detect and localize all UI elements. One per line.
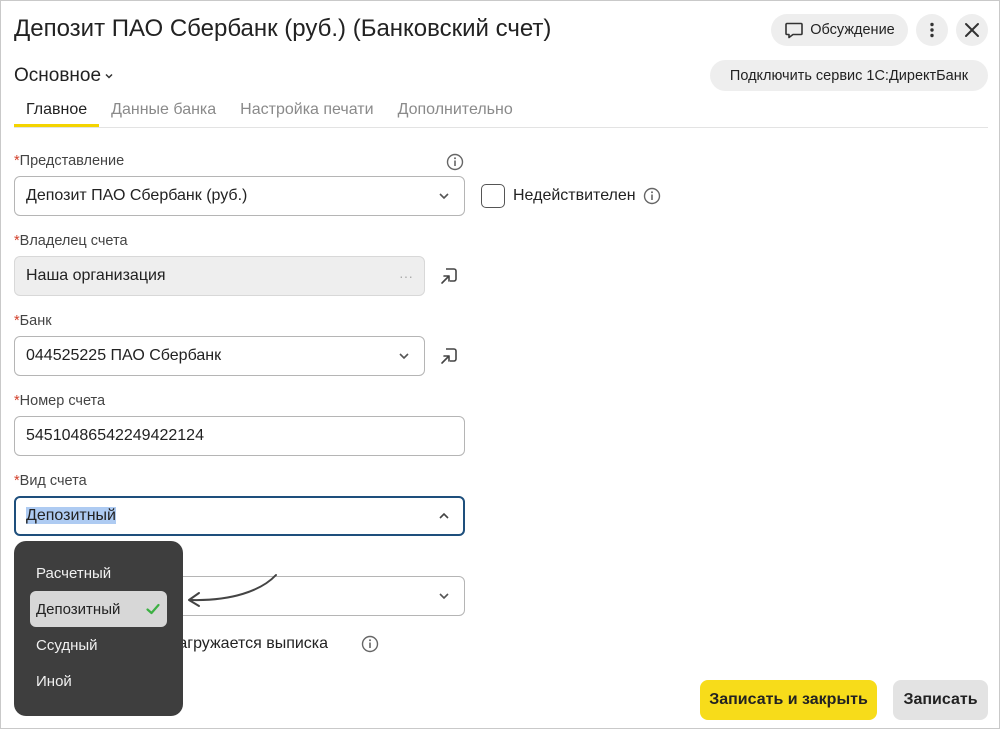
dropdown-option-settlement[interactable]: Расчетный — [30, 555, 167, 591]
account-type-field[interactable]: Депозитный — [14, 496, 465, 536]
info-icon[interactable] — [361, 635, 379, 653]
more-vertical-icon — [930, 22, 934, 38]
open-link-icon[interactable] — [437, 344, 461, 368]
representation-field[interactable]: Депозит ПАО Сбербанк (руб.) — [14, 176, 465, 216]
chevron-down-icon[interactable] — [435, 587, 453, 605]
dropdown-option-deposit[interactable]: Депозитный — [30, 591, 167, 627]
tab-print-settings[interactable]: Настройка печати — [228, 97, 385, 127]
invalid-label: Недействителен — [513, 187, 636, 204]
save-button[interactable]: Записать — [893, 680, 988, 720]
dropdown-option-loan[interactable]: Ссудный — [30, 627, 167, 663]
owner-field[interactable]: Наша организация ··· — [14, 256, 425, 296]
chevron-down-icon[interactable] — [395, 347, 413, 365]
tab-main[interactable]: Главное — [14, 97, 100, 127]
bank-value: 044525225 ПАО Сбербанк — [26, 347, 222, 364]
save-and-close-button[interactable]: Записать и закрыть — [700, 680, 877, 720]
info-icon[interactable] — [643, 187, 661, 205]
chevron-down-icon — [105, 73, 113, 79]
chevron-down-icon[interactable] — [435, 187, 453, 205]
dropdown-option-other[interactable]: Иной — [30, 663, 167, 699]
account-number-value: 54510486542249422124 — [26, 427, 204, 444]
statement-label: загружается выписка — [171, 635, 329, 652]
account-type-value: Депозитный — [26, 507, 116, 524]
connect-directbank-button[interactable]: Подключить сервис 1С:ДиректБанк — [710, 60, 988, 91]
chat-icon — [785, 22, 804, 39]
representation-value: Депозит ПАО Сбербанк (руб.) — [26, 187, 248, 204]
annotation-arrow-icon — [188, 574, 277, 607]
account-number-field[interactable]: 54510486542249422124 — [14, 416, 465, 456]
account-type-dropdown: Расчетный Депозитный Ссудный Иной — [14, 541, 183, 716]
tab-divider — [14, 127, 988, 128]
invalid-checkbox[interactable] — [481, 184, 505, 208]
chevron-up-icon[interactable] — [435, 507, 453, 525]
window-title: Депозит ПАО Сбербанк (руб.) (Банковский … — [14, 15, 552, 42]
owner-label: *Владелец счета — [14, 233, 128, 249]
tab-bank-data[interactable]: Данные банка — [99, 97, 228, 127]
discussion-label: Обсуждение — [810, 22, 895, 38]
owner-value: Наша организация — [26, 267, 166, 284]
checkmark-icon — [146, 603, 160, 615]
tab-additional[interactable]: Дополнительно — [386, 97, 525, 127]
section-label: Основное — [14, 65, 102, 86]
close-icon — [965, 23, 979, 37]
ellipsis-icon[interactable]: ··· — [399, 268, 413, 284]
more-button[interactable] — [916, 14, 948, 46]
tab-bar: Главное Данные банка Настройка печати До… — [14, 97, 525, 127]
document-window: Депозит ПАО Сбербанк (руб.) (Банковский … — [0, 0, 1000, 729]
close-button[interactable] — [956, 14, 988, 46]
bank-label: *Банк — [14, 313, 52, 329]
section-selector[interactable]: Основное — [14, 65, 114, 87]
bank-field[interactable]: 044525225 ПАО Сбербанк — [14, 336, 425, 376]
open-link-icon[interactable] — [437, 264, 461, 288]
representation-label: *Представление — [14, 153, 125, 169]
account-number-label: *Номер счета — [14, 393, 106, 409]
info-icon[interactable] — [446, 153, 464, 171]
discussion-button[interactable]: Обсуждение — [771, 14, 908, 46]
account-type-label: *Вид счета — [14, 473, 87, 489]
